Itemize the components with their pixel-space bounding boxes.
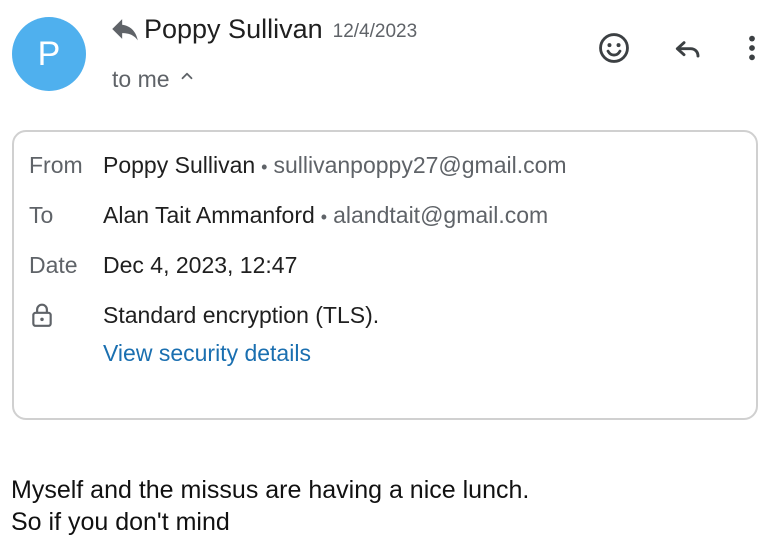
chevron-up-icon <box>181 72 192 79</box>
reply-icon <box>112 19 138 41</box>
detail-from-row: From Poppy Sullivan • sullivanpoppy27@gm… <box>29 152 567 179</box>
date-label: Date <box>29 252 78 278</box>
to-name: Alan Tait Ammanford <box>103 202 315 228</box>
separator-dot: • <box>261 157 268 177</box>
from-name: Poppy Sullivan <box>103 152 256 178</box>
message-details-card: From Poppy Sullivan • sullivanpoppy27@gm… <box>12 130 758 420</box>
separator-dot: • <box>320 207 328 227</box>
emoji-icon <box>599 33 629 63</box>
recipient-toggle[interactable]: to me <box>112 66 196 93</box>
detail-date-row: Date Dec 4, 2023, 12:47 <box>29 252 297 279</box>
sender-row: Poppy Sullivan 12/4/2023 <box>108 12 417 46</box>
add-reaction-button[interactable] <box>594 28 634 68</box>
avatar-letter: P <box>37 34 61 73</box>
encryption-text: Standard encryption (TLS). <box>103 302 380 328</box>
sender-name[interactable]: Poppy Sullivan <box>144 14 323 45</box>
avatar[interactable]: P <box>12 17 86 91</box>
reply-button[interactable] <box>668 28 708 68</box>
detail-to-row: To Alan Tait Ammanford • alandtait@gmail… <box>29 202 548 229</box>
to-label: To <box>29 202 54 228</box>
more-vert-icon <box>749 35 755 61</box>
email-view: P Poppy Sullivan 12/4/2023 to me From Po… <box>0 0 774 544</box>
body-line: Myself and the missus are having a nice … <box>11 476 530 504</box>
body-line: So if you don't mind <box>11 508 230 536</box>
recipient-label: to me <box>112 66 170 92</box>
reply-icon <box>675 41 700 58</box>
message-body: Myself and the missus are having a nice … <box>11 474 529 538</box>
to-email[interactable]: alandtait@gmail.com <box>333 202 548 229</box>
view-security-details-link[interactable]: View security details <box>103 340 311 367</box>
date-value: Dec 4, 2023, 12:47 <box>103 252 298 278</box>
detail-encryption-row: Standard encryption (TLS). <box>29 302 379 329</box>
sender-date: 12/4/2023 <box>332 21 418 42</box>
more-options-button[interactable] <box>732 28 772 68</box>
from-email[interactable]: sullivanpoppy27@gmail.com <box>273 152 566 179</box>
from-label: From <box>29 152 83 178</box>
